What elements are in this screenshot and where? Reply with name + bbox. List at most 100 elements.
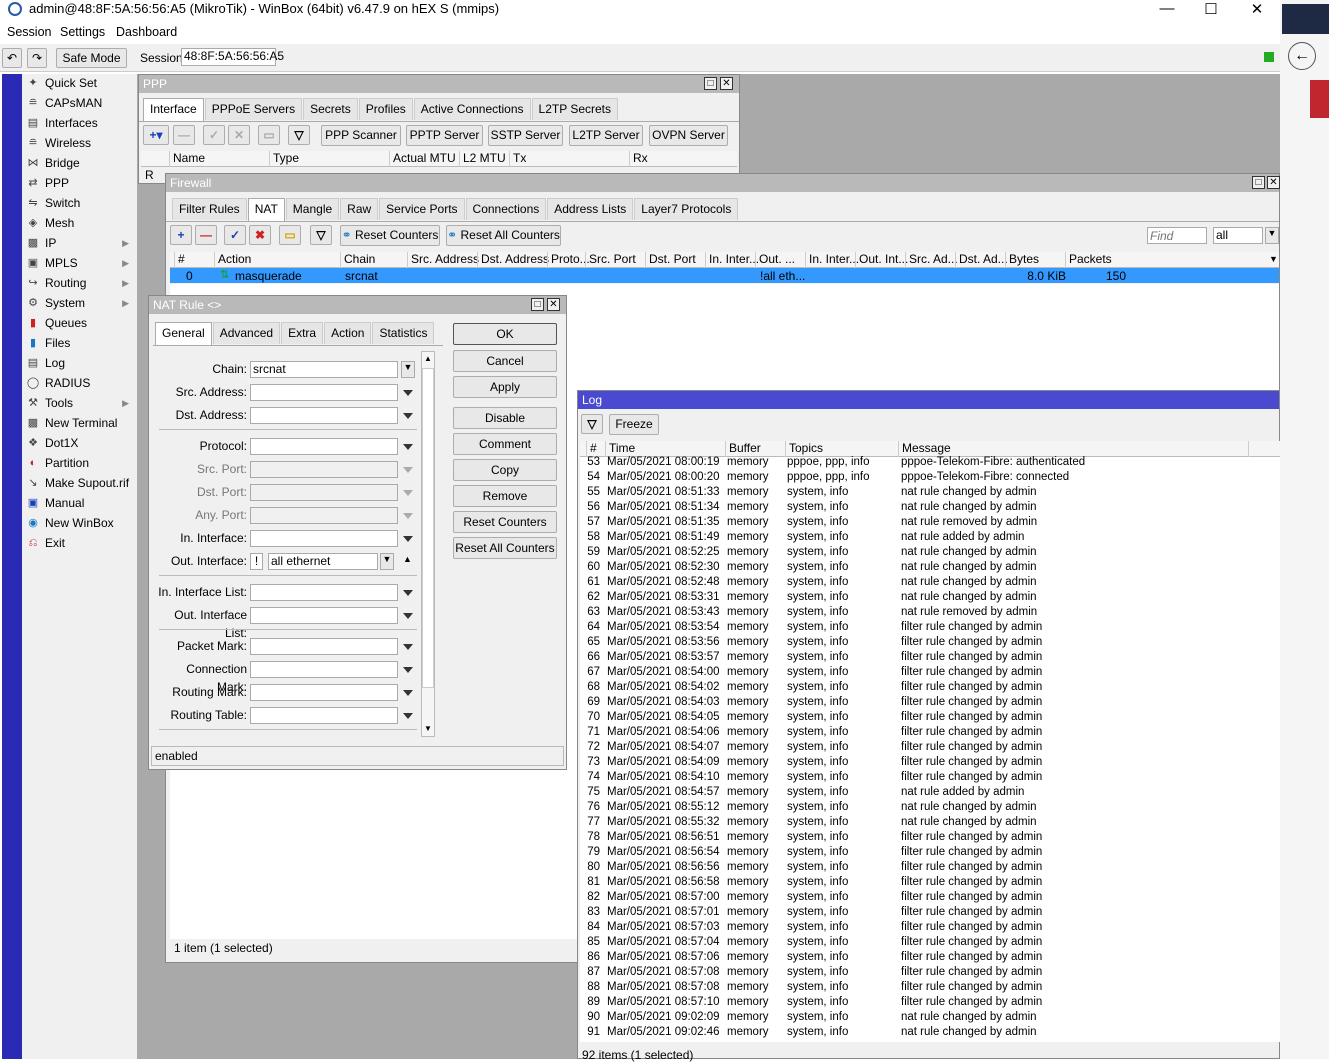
nat-scrollbar[interactable]: ▲ ▼ bbox=[421, 351, 435, 737]
sidebar-item-exit[interactable]: ⎌ Exit bbox=[22, 534, 137, 554]
redo-button[interactable]: ↷ bbox=[27, 48, 47, 68]
fw-col-11[interactable]: Out. Int... bbox=[855, 252, 908, 268]
fw-col-14[interactable]: Bytes bbox=[1005, 252, 1039, 268]
chevron-down-icon[interactable] bbox=[403, 490, 413, 496]
ppp-scanner-button[interactable]: PPP Scanner bbox=[321, 125, 401, 146]
back-arrow-icon[interactable]: ← bbox=[1288, 42, 1316, 70]
chevron-down-icon[interactable] bbox=[403, 667, 413, 673]
nat-restore-button[interactable]: □ bbox=[531, 298, 544, 311]
nat-reset-all-counters-button[interactable]: Reset All Counters bbox=[453, 537, 557, 559]
nat-any-port-field[interactable] bbox=[250, 507, 398, 524]
log-row[interactable]: 68 Mar/05/2021 08:54:02 memory system, info… bbox=[580, 680, 1280, 695]
chain-dropdown-icon[interactable]: ▼ bbox=[401, 361, 415, 378]
log-row[interactable]: 69 Mar/05/2021 08:54:03 memory system, info… bbox=[580, 695, 1280, 710]
fw-filter-dropdown-icon[interactable]: ▼ bbox=[1265, 227, 1279, 244]
fw-tab-service-ports[interactable]: Service Ports bbox=[379, 198, 465, 220]
nat-reset-counters-button[interactable]: Reset Counters bbox=[453, 511, 557, 533]
chevron-down-icon[interactable] bbox=[403, 713, 413, 719]
l2tp-server-button[interactable]: L2TP Server bbox=[569, 125, 643, 146]
nat-remove-button[interactable]: Remove bbox=[453, 485, 557, 507]
sidebar-item-files[interactable]: ▮ Files bbox=[22, 334, 137, 354]
nat-in-interface-field[interactable] bbox=[250, 530, 398, 547]
fw-find-input[interactable] bbox=[1147, 227, 1207, 244]
nat-apply-button[interactable]: Apply bbox=[453, 376, 557, 398]
sstp-server-button[interactable]: SSTP Server bbox=[488, 125, 563, 146]
fw-remove-button[interactable]: — bbox=[195, 225, 217, 245]
log-row[interactable]: 62 Mar/05/2021 08:53:31 memory system, info… bbox=[580, 590, 1280, 605]
ppp-close-button[interactable]: ✕ bbox=[720, 77, 733, 90]
sidebar-item-mpls[interactable]: ▣ MPLS ▶ bbox=[22, 254, 137, 274]
fw-col-0[interactable]: # bbox=[174, 252, 185, 268]
chevron-down-icon[interactable] bbox=[403, 644, 413, 650]
nat-copy-button[interactable]: Copy bbox=[453, 459, 557, 481]
chevron-down-icon[interactable] bbox=[403, 690, 413, 696]
log-row[interactable]: 78 Mar/05/2021 08:56:51 memory system, info… bbox=[580, 830, 1280, 845]
ppp-col-tx[interactable]: Tx bbox=[509, 151, 526, 167]
menu-settings[interactable]: Settings bbox=[60, 25, 105, 39]
nat-chain-field[interactable]: srcnat bbox=[250, 361, 398, 378]
log-row[interactable]: 59 Mar/05/2021 08:52:25 memory system, info… bbox=[580, 545, 1280, 560]
ppp-col-rx[interactable]: Rx bbox=[629, 151, 648, 167]
fw-tab-connections[interactable]: Connections bbox=[465, 198, 547, 220]
fw-nat-row-selected[interactable]: 0 ⇅ masquerade srcnat !all eth... 8.0 Ki… bbox=[170, 268, 1279, 283]
log-row[interactable]: 72 Mar/05/2021 08:54:07 memory system, info… bbox=[580, 740, 1280, 755]
log-row[interactable]: 89 Mar/05/2021 08:57:10 memory system, info… bbox=[580, 995, 1280, 1010]
nat-tab-extra[interactable]: Extra bbox=[281, 322, 324, 344]
log-row[interactable]: 80 Mar/05/2021 08:56:56 memory system, info… bbox=[580, 860, 1280, 875]
fw-col-7[interactable]: Dst. Port bbox=[645, 252, 696, 268]
chevron-down-icon[interactable] bbox=[403, 513, 413, 519]
sidebar-item-system[interactable]: ⚙ System ▶ bbox=[22, 294, 137, 314]
ppp-remove-button[interactable]: — bbox=[173, 125, 195, 145]
fw-reset-all-counters-button[interactable]: ⚭ Reset All Counters bbox=[446, 225, 561, 246]
log-row[interactable]: 73 Mar/05/2021 08:54:09 memory system, info… bbox=[580, 755, 1280, 770]
sidebar-item-new-terminal[interactable]: ▩ New Terminal bbox=[22, 414, 137, 434]
nat-protocol-field[interactable] bbox=[250, 438, 398, 455]
log-row[interactable]: 87 Mar/05/2021 08:57:08 memory system, info… bbox=[580, 965, 1280, 980]
nat-dst-port-field[interactable] bbox=[250, 484, 398, 501]
sidebar-item-capsman[interactable]: ≘ CAPsMAN bbox=[22, 94, 137, 114]
log-row[interactable]: 66 Mar/05/2021 08:53:57 memory system, info… bbox=[580, 650, 1280, 665]
fw-tab-mangle[interactable]: Mangle bbox=[285, 198, 340, 220]
ppp-tab-interface[interactable]: Interface bbox=[143, 98, 204, 121]
ppp-tab-profiles[interactable]: Profiles bbox=[358, 98, 413, 120]
fw-col-5[interactable]: Proto... bbox=[547, 252, 590, 268]
nat-connection-mark-field[interactable] bbox=[250, 661, 398, 678]
sidebar-item-partition[interactable]: ◐ Partition bbox=[22, 454, 137, 474]
fw-col-10[interactable]: In. Inter... bbox=[805, 252, 859, 268]
fw-tab-nat[interactable]: NAT bbox=[247, 198, 285, 221]
sidebar-item-log[interactable]: ▤ Log bbox=[22, 354, 137, 374]
fw-col-12[interactable]: Src. Ad... bbox=[905, 252, 958, 268]
ppp-restore-button[interactable]: □ bbox=[704, 77, 717, 90]
sidebar-item-bridge[interactable]: ⋈ Bridge bbox=[22, 154, 137, 174]
session-field[interactable]: 48:8F:5A:56:56:A5 bbox=[181, 48, 284, 66]
nat-tab-advanced[interactable]: Advanced bbox=[212, 322, 281, 344]
fw-col-13[interactable]: Dst. Ad... bbox=[955, 252, 1008, 268]
chevron-down-icon[interactable] bbox=[403, 390, 413, 396]
pptp-server-button[interactable]: PPTP Server bbox=[406, 125, 483, 146]
sidebar-item-ip[interactable]: ▩ IP ▶ bbox=[22, 234, 137, 254]
nat-routing-mark-field[interactable] bbox=[250, 684, 398, 701]
log-row[interactable]: 76 Mar/05/2021 08:55:12 memory system, info… bbox=[580, 800, 1280, 815]
ppp-col-l2mtu[interactable]: L2 MTU bbox=[459, 151, 506, 167]
nat-dst-address-field[interactable] bbox=[250, 407, 398, 424]
sidebar-item-switch[interactable]: ⇋ Switch bbox=[22, 194, 137, 214]
nat-ok-button[interactable]: OK bbox=[453, 323, 557, 345]
nat-out-interface-list-field[interactable] bbox=[250, 607, 398, 624]
menu-dashboard[interactable]: Dashboard bbox=[116, 25, 177, 39]
ovpn-server-button[interactable]: OVPN Server bbox=[649, 125, 728, 146]
log-row[interactable]: 82 Mar/05/2021 08:57:00 memory system, info… bbox=[580, 890, 1280, 905]
log-row[interactable]: 75 Mar/05/2021 08:54:57 memory system, info… bbox=[580, 785, 1280, 800]
nat-close-button[interactable]: ✕ bbox=[547, 298, 560, 311]
sidebar-item-dot1x[interactable]: ❖ Dot1X bbox=[22, 434, 137, 454]
log-row[interactable]: 57 Mar/05/2021 08:51:35 memory system, info… bbox=[580, 515, 1280, 530]
ppp-col-mtu[interactable]: Actual MTU bbox=[389, 151, 456, 167]
chevron-down-icon[interactable] bbox=[403, 613, 413, 619]
fw-tab-layer7-protocols[interactable]: Layer7 Protocols bbox=[634, 198, 739, 220]
log-row[interactable]: 84 Mar/05/2021 08:57:03 memory system, info… bbox=[580, 920, 1280, 935]
ppp-tab-active-connections[interactable]: Active Connections bbox=[413, 98, 531, 120]
nat-src-port-field[interactable] bbox=[250, 461, 398, 478]
maximize-button[interactable]: ☐ bbox=[1196, 0, 1226, 18]
fw-tab-address-lists[interactable]: Address Lists bbox=[547, 198, 634, 220]
log-row[interactable]: 81 Mar/05/2021 08:56:58 memory system, info… bbox=[580, 875, 1280, 890]
sidebar-item-routing[interactable]: ↪ Routing ▶ bbox=[22, 274, 137, 294]
